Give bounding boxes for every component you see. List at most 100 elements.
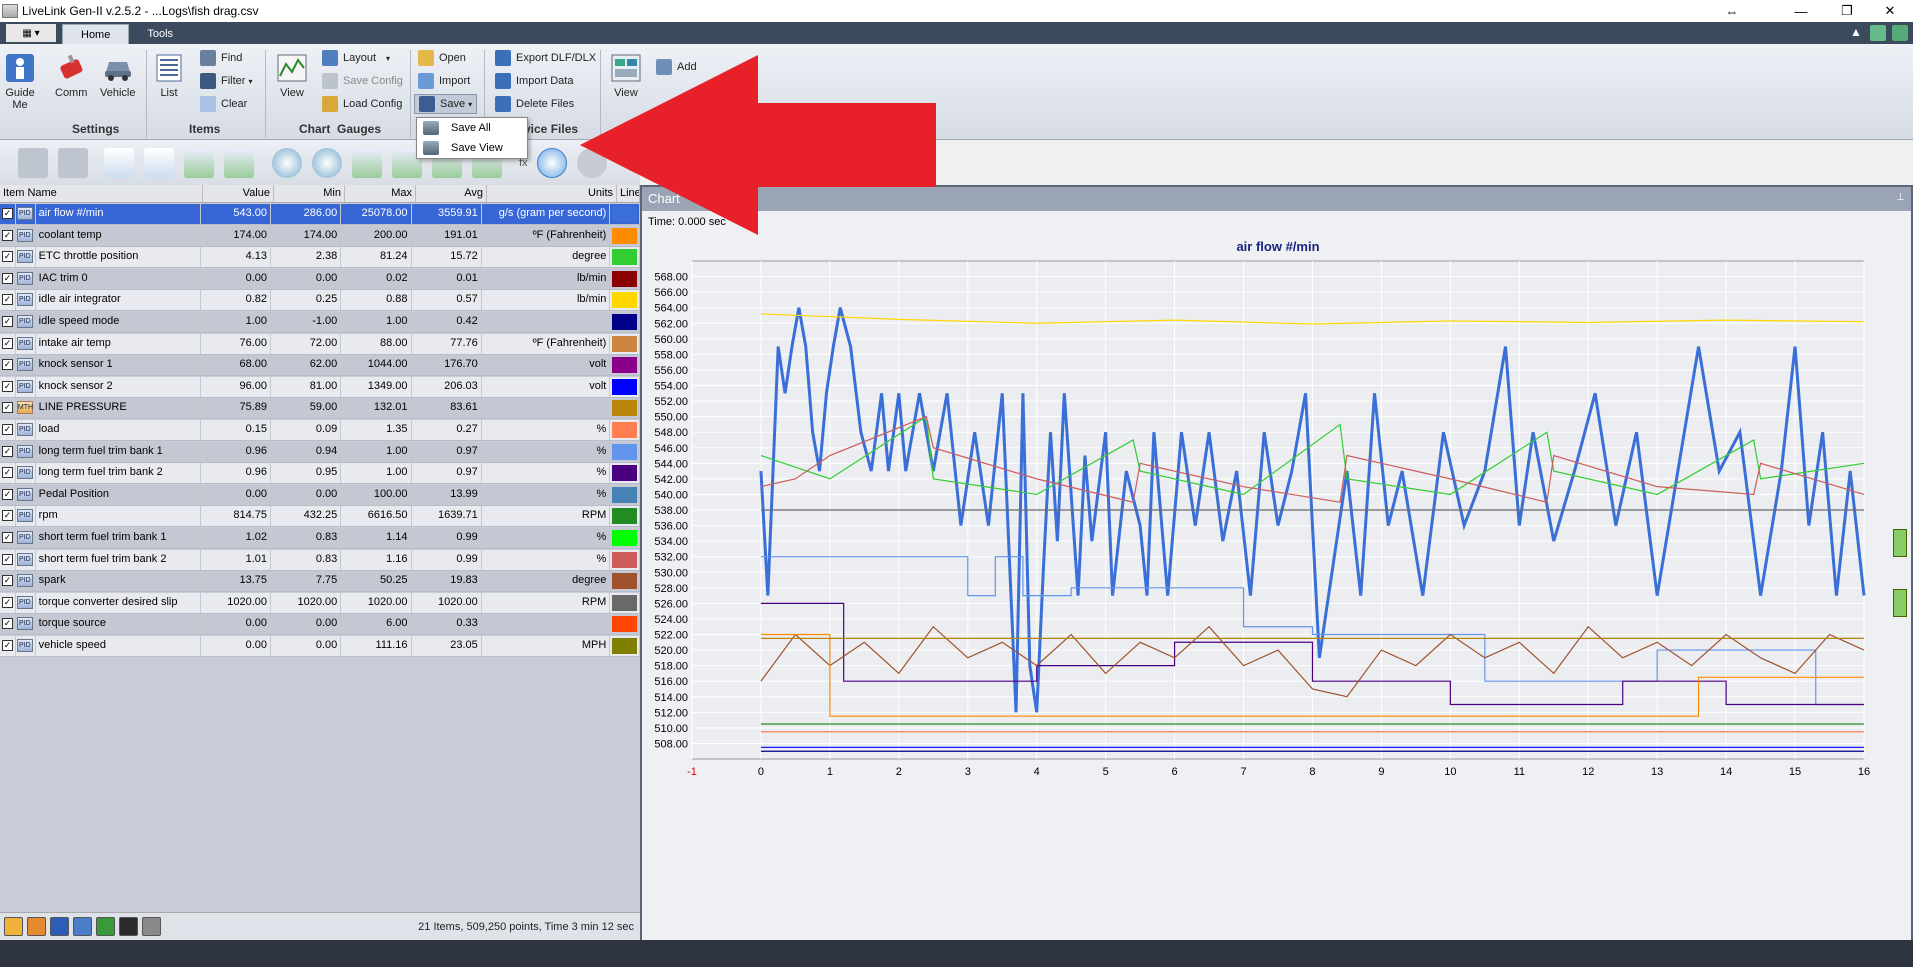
checkbox-checked-icon[interactable]: ✓: [2, 467, 13, 479]
checkbox-checked-icon[interactable]: ✓: [2, 640, 13, 651]
up-arrow-icon[interactable]: ▲: [1848, 25, 1864, 41]
line-color-swatch[interactable]: [612, 638, 638, 654]
download-icon[interactable]: [1892, 25, 1908, 41]
text-icon[interactable]: [119, 917, 138, 936]
maximize-button[interactable]: ❐: [1824, 0, 1870, 22]
checkbox-checked-icon[interactable]: ✓: [2, 445, 13, 457]
checkbox-checked-icon[interactable]: ✓: [2, 316, 13, 327]
save-button[interactable]: Save ▾: [414, 94, 478, 114]
col-min[interactable]: Min: [274, 185, 345, 202]
table-row[interactable]: ✓ PID knock sensor 2 96.00 81.00 1349.00 206.0…: [0, 376, 641, 398]
col-value[interactable]: Value: [203, 185, 274, 202]
import-data-button[interactable]: Import Data: [495, 71, 573, 91]
filter-button[interactable]: Filter ▾: [200, 71, 252, 91]
checkbox-checked-icon[interactable]: ✓: [2, 359, 13, 371]
update-icon[interactable]: [1870, 25, 1886, 41]
line-color-swatch[interactable]: [612, 486, 638, 503]
checkbox-checked-icon[interactable]: ✓: [2, 251, 13, 263]
line-chart[interactable]: air flow #/min508.00510.00512.00514.0051…: [642, 211, 1911, 940]
calculator-icon[interactable]: [73, 917, 92, 936]
tab-tools[interactable]: Tools: [129, 24, 191, 44]
line-color-swatch[interactable]: [612, 335, 638, 352]
checkbox-checked-icon[interactable]: ✓: [2, 272, 13, 284]
line-color-swatch[interactable]: [612, 465, 638, 482]
table-row[interactable]: ✓ PID coolant temp 174.00 174.00 200.00 191.01…: [0, 225, 641, 247]
table-row[interactable]: ✓ PID torque converter desired slip 1020.00…: [0, 592, 641, 614]
checkbox-checked-icon[interactable]: ✓: [2, 208, 13, 219]
line-color-swatch[interactable]: [612, 249, 638, 266]
table-row[interactable]: ✓ PID idle speed mode 1.00 -1.00 1.00 0.42: [0, 312, 641, 333]
max-left-icon[interactable]: [104, 148, 134, 178]
guide-me-button[interactable]: Guide Me: [5, 52, 35, 111]
line-color-swatch[interactable]: [612, 616, 638, 633]
checkbox-checked-icon[interactable]: ✓: [2, 337, 13, 349]
line-color-swatch[interactable]: [612, 508, 638, 525]
minimize-button[interactable]: —: [1778, 0, 1824, 22]
scroll-down-icon[interactable]: [1893, 589, 1907, 617]
vehicle-button[interactable]: Vehicle: [100, 52, 135, 99]
checkbox-checked-icon[interactable]: ✓: [2, 510, 13, 522]
save-all-menu-item[interactable]: Save All: [417, 118, 527, 138]
table-row[interactable]: ✓ MTH LINE PRESSURE 75.89 59.00 132.01 83.61: [0, 398, 641, 420]
close-button[interactable]: ✕: [1867, 0, 1913, 22]
checkbox-checked-icon[interactable]: ✓: [2, 575, 13, 587]
col-max[interactable]: Max: [345, 185, 416, 202]
line-color-swatch[interactable]: [612, 357, 638, 374]
range-left-icon[interactable]: [184, 148, 214, 178]
pencil-icon[interactable]: [4, 917, 23, 936]
fit-icon[interactable]: [352, 148, 382, 178]
line-color-swatch[interactable]: [612, 530, 638, 546]
checkbox-checked-icon[interactable]: ✓: [2, 532, 13, 543]
table-row[interactable]: ✓ PID Pedal Position 0.00 0.00 100.00 13.99%: [0, 484, 641, 506]
quick-access-menu[interactable]: ▦ ▾: [6, 24, 56, 42]
zoom-in-icon[interactable]: [312, 148, 342, 178]
restore-size-icon[interactable]: ⇔: [1709, 0, 1755, 22]
line-color-swatch[interactable]: [612, 443, 638, 460]
table-row[interactable]: ✓ PID ETC throttle position 4.13 2.38 81.24 15…: [0, 247, 641, 269]
checkbox-checked-icon[interactable]: ✓: [2, 553, 13, 565]
comm-button[interactable]: Comm: [55, 52, 87, 99]
hash-icon[interactable]: [50, 917, 69, 936]
table-row[interactable]: ✓ PID spark 13.75 7.75 50.25 19.83 degree: [0, 571, 641, 593]
tab-home[interactable]: Home: [62, 24, 130, 44]
line-color-swatch[interactable]: [612, 400, 638, 417]
line-color-swatch[interactable]: [612, 551, 638, 568]
checkbox-checked-icon[interactable]: ✓: [2, 488, 13, 500]
col-avg[interactable]: Avg: [416, 185, 487, 202]
range-right-icon[interactable]: [224, 148, 254, 178]
table-row[interactable]: ✓ PID long term fuel trim bank 1 0.96 0.94 1.…: [0, 441, 641, 463]
clear-button[interactable]: Clear: [200, 94, 247, 114]
table-row[interactable]: ✓ PID intake air temp 76.00 72.00 88.00 77.76 º…: [0, 333, 641, 355]
open-button[interactable]: Open: [418, 48, 466, 68]
col-item-name[interactable]: Item Name: [0, 185, 203, 202]
checkbox-checked-icon[interactable]: ✓: [2, 294, 13, 306]
scroll-up-icon[interactable]: [1893, 529, 1907, 557]
table-row[interactable]: ✓ PID long term fuel trim bank 2 0.96 0.95 1.…: [0, 463, 641, 485]
table-row[interactable]: ✓ PID load 0.15 0.09 1.35 0.27%: [0, 420, 641, 441]
checkbox-checked-icon[interactable]: ✓: [2, 229, 13, 241]
checkbox-checked-icon[interactable]: ✓: [2, 424, 13, 435]
import-button[interactable]: Import: [418, 71, 470, 91]
table-row[interactable]: ✓ PID IAC trim 0 0.00 0.00 0.02 0.01 lb/min: [0, 268, 641, 290]
table-row[interactable]: ✓ PID idle air integrator 0.82 0.25 0.88 0.57 l…: [0, 290, 641, 312]
table-row[interactable]: ✓ PID vehicle speed 0.00 0.00 111.16 23.05 MPH: [0, 636, 641, 657]
line-color-swatch[interactable]: [612, 422, 638, 438]
play-icon[interactable]: [537, 148, 567, 178]
save-view-menu-item[interactable]: Save View: [417, 138, 527, 158]
line-color-swatch[interactable]: [612, 573, 638, 590]
line-color-swatch[interactable]: [612, 594, 638, 611]
table-row[interactable]: ✓ PID short term fuel trim bank 2 1.01 0.83 1…: [0, 549, 641, 571]
line-color-swatch[interactable]: [612, 270, 638, 287]
max-right-icon[interactable]: [144, 148, 174, 178]
checkbox-checked-icon[interactable]: ✓: [2, 402, 13, 414]
edit-icon[interactable]: [27, 917, 46, 936]
line-color-swatch[interactable]: [612, 378, 638, 395]
delete-files-button[interactable]: Delete Files: [495, 94, 574, 114]
line-color-swatch[interactable]: [612, 314, 638, 330]
save-config-button[interactable]: Save Config: [322, 71, 403, 91]
checkbox-checked-icon[interactable]: ✓: [2, 380, 13, 392]
line-color-swatch[interactable]: [612, 292, 638, 309]
load-config-button[interactable]: Load Config: [322, 94, 402, 114]
find-button[interactable]: Find: [200, 48, 242, 68]
table-row[interactable]: ✓ PID torque source 0.00 0.00 6.00 0.33: [0, 614, 641, 636]
